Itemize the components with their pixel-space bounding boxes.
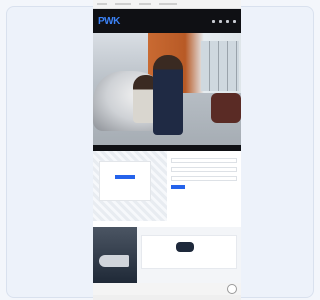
contact-form [167,151,241,221]
promo-panel [93,151,167,221]
shoe-graphic [99,255,129,267]
chat-icon[interactable] [227,284,237,294]
promo-button[interactable] [115,175,135,179]
form-field-2[interactable] [171,167,237,172]
main-nav: PWK [93,9,241,33]
brand-logo[interactable]: PWK [98,16,120,27]
product-image [176,242,194,252]
hero-banner [93,33,241,145]
product-section [93,227,241,283]
product-panel [137,227,241,283]
form-submit-button[interactable] [171,185,185,189]
form-field-1[interactable] [171,158,237,163]
website-page: PWK [93,0,241,300]
page-footer-bar [93,283,241,295]
product-card[interactable] [141,235,237,269]
user-icon[interactable] [226,19,229,23]
form-field-3[interactable] [171,176,237,181]
cart-icon[interactable] [233,19,236,23]
footer [93,295,241,300]
menu-icon[interactable] [212,19,215,23]
hero-person-man [153,55,183,135]
promo-card [99,161,151,201]
search-icon[interactable] [219,19,222,23]
hero-car-secondary [211,93,241,123]
hero-window [201,41,239,91]
promo-form-section [93,151,241,221]
utility-bar [93,0,241,9]
product-lifestyle-image [93,227,137,283]
